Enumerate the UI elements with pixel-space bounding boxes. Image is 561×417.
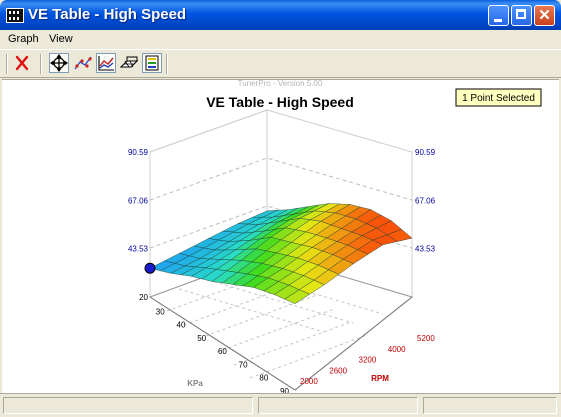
kpa-tick-label: 50 (197, 334, 206, 343)
status-bar (0, 393, 561, 417)
rpm-axis-label: RPM (371, 374, 389, 383)
rpm-tick-label: 2600 (329, 366, 347, 375)
z-tick-label-left: 20 (139, 293, 148, 302)
kpa-tick-label: 30 (156, 307, 165, 316)
rpm-tick-label: 3200 (359, 356, 377, 365)
rpm-tick-label: 2000 (300, 377, 318, 386)
z-tick-label-left: 90.59 (128, 148, 149, 157)
z-tick-label-right: 90.59 (415, 148, 436, 157)
menu-view[interactable]: View (49, 33, 73, 45)
close-x-icon[interactable] (12, 53, 32, 73)
status-panel-middle (258, 397, 418, 414)
move-arrows-icon[interactable] (49, 53, 69, 73)
status-panel-right (423, 397, 557, 414)
kpa-tick-label: 80 (259, 374, 268, 383)
window-title: VE Table - High Speed (28, 6, 187, 23)
app-window: VE Table - High Speed ✕ Graph View Tuner… (0, 0, 561, 417)
film-strip-icon (6, 8, 24, 23)
surface-icon[interactable] (119, 53, 139, 73)
selected-point[interactable] (144, 262, 156, 274)
menu-bar: Graph View (0, 30, 561, 49)
watermark-text: TunerPro - Version 5.00 (238, 80, 323, 88)
minimize-button[interactable] (488, 5, 509, 26)
plot-area[interactable]: TunerPro - Version 5.00 VE Table - High S… (2, 79, 559, 396)
status-panel-left (3, 397, 253, 414)
line-chart-icon[interactable] (96, 53, 116, 73)
scatter-icon[interactable] (73, 53, 93, 73)
title-bar[interactable]: VE Table - High Speed ✕ (0, 0, 561, 30)
toolbar-separator (166, 54, 168, 74)
menu-graph[interactable]: Graph (8, 33, 39, 45)
kpa-tick-label: 40 (177, 321, 186, 330)
close-button[interactable]: ✕ (534, 5, 555, 26)
ve-surface (144, 203, 413, 304)
kpa-axis-label: KPa (187, 379, 203, 388)
rpm-tick-label: 5200 (417, 334, 435, 343)
z-tick-label-right: 67.06 (415, 196, 436, 205)
legend-icon[interactable] (142, 53, 162, 73)
toolbar (0, 49, 561, 78)
z-tick-label-right: 43.53 (415, 245, 436, 254)
toolbar-separator (40, 54, 42, 74)
toolbar-grip (6, 54, 8, 74)
kpa-tick-label: 60 (218, 347, 227, 356)
selection-badge-text: 1 Point Selected (462, 93, 535, 104)
chart-title: VE Table - High Speed (206, 94, 354, 110)
z-tick-label-left: 67.06 (128, 196, 149, 205)
kpa-tick-label: 70 (239, 360, 248, 369)
z-tick-label-left: 43.53 (128, 245, 149, 254)
close-icon: ✕ (538, 7, 551, 24)
maximize-button[interactable] (511, 5, 532, 26)
rpm-tick-label: 4000 (388, 345, 406, 354)
